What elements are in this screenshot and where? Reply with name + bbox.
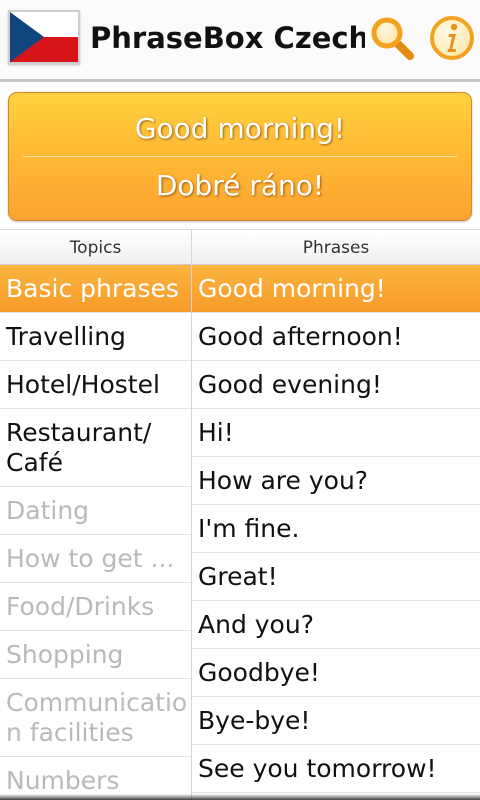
topic-item-dating: Dating [0,487,191,535]
topics-column-header: Topics [0,229,191,265]
current-phrase-card[interactable]: Good morning! Dobré ráno! [8,92,472,221]
info-icon[interactable] [428,14,476,62]
topic-label: Dating [6,495,90,525]
phrases-column-header: Phrases [192,229,480,265]
phrase-english: Good morning! [134,112,346,145]
topic-item-travelling[interactable]: Travelling [0,313,191,361]
lists-area: Topics Phrases Basic phrases Travelling … [0,229,480,800]
phrase-label: See you tomorrow! [198,753,437,783]
phrase-czech: Dobré ráno! [155,169,325,202]
topic-label: Food/Drinks [6,591,155,621]
phrase-item[interactable]: Good evening! [192,361,480,409]
phrase-item[interactable]: Good afternoon! [192,313,480,361]
phrase-label: Good afternoon! [198,321,403,351]
topic-item-how-to-get: How to get ... [0,535,191,583]
phrase-label: Good morning! [198,273,386,303]
topic-label: Shopping [6,639,124,669]
phrase-item[interactable]: How are you? [192,457,480,505]
phrase-label: Great! [198,561,278,591]
phrase-label: Hi! [198,417,234,447]
phrase-item[interactable]: Goodbye! [192,649,480,697]
topic-label: Restaurant/ Café [6,417,152,477]
topic-item-basic-phrases[interactable]: Basic phrases [0,265,191,313]
topic-label: Hotel/Hostel [6,369,160,399]
topic-list[interactable]: Basic phrases Travelling Hotel/Hostel Re… [0,265,191,800]
phrase-label: Goodbye! [198,657,320,687]
phrase-label: How are you? [198,465,369,495]
app-screen: PhraseBox Czech... [0,0,480,800]
phrase-label: Good evening! [198,369,382,399]
phrase-label: And you? [198,609,314,639]
topic-item-shopping: Shopping [0,631,191,679]
topic-item-communication-facilities: Communicatio n facilities [0,679,191,757]
phrase-list[interactable]: Good morning! Good afternoon! Good eveni… [192,265,480,800]
bottom-edge-shadow [0,794,480,800]
phrase-label: I'm fine. [198,513,300,543]
czech-flag-icon [8,10,80,64]
topic-item-food-drinks: Food/Drinks [0,583,191,631]
topic-item-hotel-hostel[interactable]: Hotel/Hostel [0,361,191,409]
topic-label: Basic phrases [6,273,179,303]
phrase-item[interactable]: Great! [192,553,480,601]
app-header: PhraseBox Czech... [0,0,480,82]
search-icon[interactable] [368,14,416,62]
phrase-item[interactable]: Good morning! [192,265,480,313]
phrase-label: Bye-bye! [198,705,311,735]
topic-label: Numbers [6,765,120,795]
phrase-item[interactable]: And you? [192,601,480,649]
phrase-item[interactable]: See you tomorrow! [192,745,480,793]
phrase-divider [23,156,457,157]
phrase-item[interactable]: Hi! [192,409,480,457]
topic-label: Communicatio n facilities [6,687,188,747]
topic-label: Travelling [6,321,126,351]
topic-label: How to get ... [6,543,175,573]
app-title: PhraseBox Czech... [90,21,365,55]
phrase-item[interactable]: Bye-bye! [192,697,480,745]
phrase-item[interactable]: I'm fine. [192,505,480,553]
topic-item-restaurant-cafe[interactable]: Restaurant/ Café [0,409,191,487]
